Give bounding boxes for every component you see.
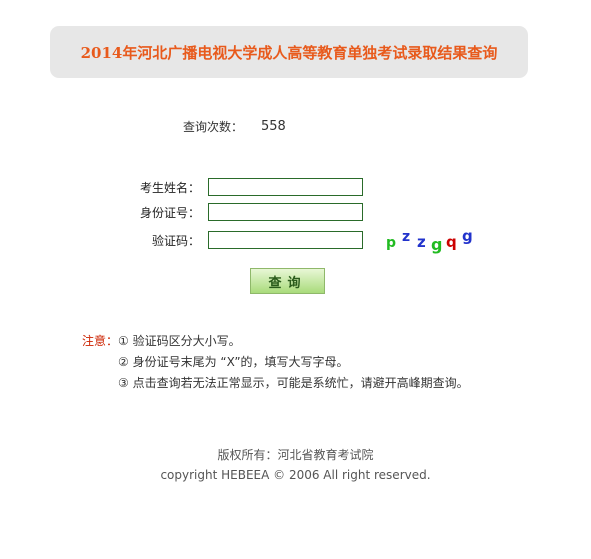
captcha-char: q (446, 233, 457, 251)
page-title: 2014年河北广播电视大学成人高等教育单独考试录取结果查询 (80, 43, 498, 62)
query-button[interactable]: 查询 (250, 268, 325, 294)
name-input[interactable] (208, 178, 363, 196)
name-row: 考生姓名： (130, 178, 363, 196)
query-count-label: 查询次数： (183, 120, 244, 134)
note-item: ① 验证码区分大小写。 (118, 334, 241, 348)
captcha-char: z (417, 233, 426, 251)
id-number-input[interactable] (208, 203, 363, 221)
copyright-cn: 版权所有：河北省教育考试院 (217, 448, 374, 462)
id-label: 身份证号： (139, 205, 200, 220)
notes-heading: 注意： (82, 334, 119, 348)
copyright-en: copyright HEBEEA © 2006 All right reserv… (160, 468, 431, 482)
note-item: ② 身份证号末尾为 “X”的，填写大写字母。 (118, 355, 349, 369)
captcha-char: z (402, 229, 411, 245)
id-row: 身份证号： (130, 203, 363, 221)
captcha-label: 验证码： (151, 233, 200, 248)
query-counter: 查询次数： 558 (183, 118, 286, 135)
captcha-row: 验证码： (130, 231, 363, 249)
title-banner: 2014年河北广播电视大学成人高等教育单独考试录取结果查询 (50, 26, 528, 78)
name-label: 考生姓名： (139, 180, 200, 195)
query-count-value: 558 (261, 119, 286, 134)
captcha-char: g (431, 235, 443, 254)
captcha-image[interactable]: pzzgqg (384, 227, 484, 254)
note-item: ③ 点击查询若无法正常显示，可能是系统忙，请避开高峰期查询。 (118, 376, 469, 390)
captcha-char: g (462, 227, 473, 245)
captcha-char: p (386, 235, 397, 251)
captcha-input[interactable] (208, 231, 363, 249)
notes-section: 注意： ① 验证码区分大小写。 ② 身份证号末尾为 “X”的，填写大写字母。 ③… (82, 331, 469, 394)
